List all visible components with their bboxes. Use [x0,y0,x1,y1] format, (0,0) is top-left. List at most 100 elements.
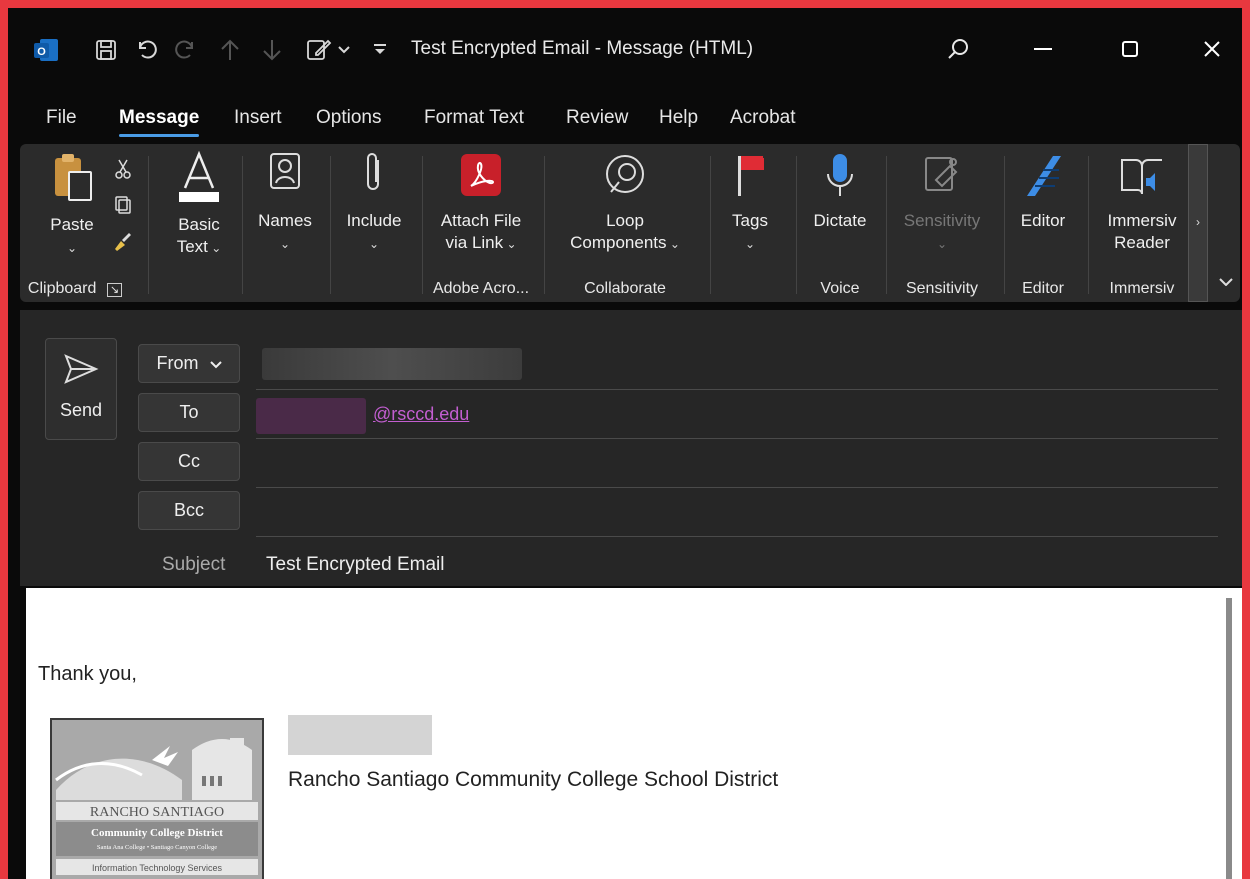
bcc-button[interactable]: Bcc [138,491,240,530]
svg-text:Community College District: Community College District [91,827,223,839]
loop-label-2: Components [570,233,667,252]
editor-label: Editor [1020,211,1066,230]
cc-field-line[interactable] [256,487,1218,488]
dictate-label: Dictate [813,211,867,230]
format-painter-icon[interactable] [112,230,134,252]
include-button[interactable]: Include ⌄ [336,150,412,255]
loop-components-button[interactable]: Loop Components ⌄ [552,152,698,255]
ribbon-separator [242,156,243,294]
editor-button[interactable]: Editor [1010,152,1076,232]
from-address-redacted [262,348,522,380]
ribbon-separator [422,156,423,294]
send-label: Send [59,400,103,420]
group-label-collaborate: Collaborate [584,280,666,297]
save-icon[interactable] [92,36,120,64]
sensitivity-label: Sensitivity [903,211,981,230]
customize-toolbar-icon[interactable] [370,38,390,60]
to-button[interactable]: To [138,393,240,432]
group-label-editor: Editor [1022,280,1064,297]
svg-text:Santa Ana College • Santiago C: Santa Ana College • Santiago Canyon Coll… [97,844,217,851]
editor-pen-icon [1010,152,1076,206]
chevron-down-icon[interactable] [336,40,352,60]
basic-text-button[interactable]: Basic Text ⌄ [166,150,232,259]
immersive-label-2: Reader [1114,233,1170,252]
dialog-launcher-icon[interactable]: ↘ [106,283,123,297]
ribbon-scroll-right-icon[interactable]: › [1188,144,1208,302]
adobe-acrobat-icon [426,152,536,206]
subject-field[interactable]: Test Encrypted Email [266,554,444,576]
body-scrollbar[interactable] [1226,598,1232,879]
outlook-compose-window: O Test Encrypted Email - Message (HTML) [8,8,1242,879]
bcc-field-line[interactable] [256,536,1218,537]
paste-icon [42,150,102,210]
group-label-adobe: Adobe Acro... [432,280,530,297]
arrow-down-icon[interactable] [258,36,286,64]
sensitivity-button[interactable]: Sensitivity ⌄ [890,152,994,255]
tab-help[interactable]: Help [659,104,698,136]
flag-icon [720,150,780,206]
ribbon-tab-bar: File Message Insert Options Format Text … [8,104,1242,137]
tab-message[interactable]: Message [119,104,200,137]
tab-file[interactable]: File [46,104,77,136]
ribbon-separator [710,156,711,294]
group-label-immersive: Immersiv [1109,280,1175,297]
arrow-up-icon[interactable] [216,36,244,64]
paste-button[interactable]: Paste ⌄ [42,150,102,259]
names-button[interactable]: Names ⌄ [250,150,320,255]
chevron-down-icon: ⌄ [936,237,948,251]
attach-file-via-link-button[interactable]: Attach File via Link ⌄ [426,152,536,255]
undo-icon[interactable] [132,36,160,64]
sensitivity-tag-icon [890,152,994,206]
paperclip-icon [336,150,412,206]
chevron-down-icon [209,345,222,382]
tab-insert[interactable]: Insert [234,104,282,136]
address-book-icon [250,150,320,206]
cut-icon[interactable] [112,158,134,180]
chevron-down-icon: ⌄ [279,237,291,251]
to-field-line[interactable] [256,438,1218,439]
tab-review[interactable]: Review [566,104,628,136]
from-button[interactable]: From [138,344,240,383]
immersive-reader-button[interactable]: Immersiv Reader [1096,152,1188,254]
ribbon-separator [796,156,797,294]
ribbon-separator [330,156,331,294]
minimize-button[interactable] [1025,34,1061,64]
tab-acrobat[interactable]: Acrobat [730,104,795,136]
include-label: Include [346,211,402,230]
ribbon-separator [1004,156,1005,294]
collapse-ribbon-chevron-icon[interactable] [1216,272,1236,292]
to-recipient[interactable]: @rsccd.edu [373,404,469,425]
maximize-button[interactable] [1112,34,1148,64]
copy-icon[interactable] [112,194,134,216]
basic-text-label-2: Text [176,237,208,256]
send-icon [46,353,116,390]
to-address-redacted [256,398,366,434]
cc-button[interactable]: Cc [138,442,240,481]
dictate-button[interactable]: Dictate [802,152,878,232]
attach-label-1: Attach File [440,211,522,230]
tab-options[interactable]: Options [316,104,381,136]
redo-icon[interactable] [172,36,200,64]
close-button[interactable] [1194,34,1230,64]
from-underline [256,389,1218,390]
search-icon[interactable] [943,34,973,64]
greeting-text: Thank you, [38,663,137,685]
tags-button[interactable]: Tags ⌄ [720,150,780,255]
ribbon-separator [148,156,149,294]
ribbon-separator [886,156,887,294]
basic-text-label-1: Basic [178,215,220,234]
chevron-down-icon: ⌄ [207,241,222,255]
send-button[interactable]: Send [45,338,117,440]
svg-text:RANCHO SANTIAGO: RANCHO SANTIAGO [90,805,224,820]
immersive-label-1: Immersiv [1107,211,1177,230]
draw-icon[interactable] [304,36,334,64]
tab-format-text[interactable]: Format Text [424,104,524,136]
message-header: Send From To @rsccd.edu Cc Bcc Subject T… [20,310,1242,586]
chevron-down-icon: ⌄ [744,237,756,251]
subject-label: Subject [162,554,226,575]
title-bar: O Test Encrypted Email - Message (HTML) [8,8,1242,90]
group-label-sensitivity: Sensitivity [905,280,979,297]
group-label-clipboard: Clipboard ↘ [26,280,124,298]
message-body[interactable]: Thank you, RANCHO SANTIAGO Community Col… [26,588,1242,879]
names-label: Names [258,211,312,230]
